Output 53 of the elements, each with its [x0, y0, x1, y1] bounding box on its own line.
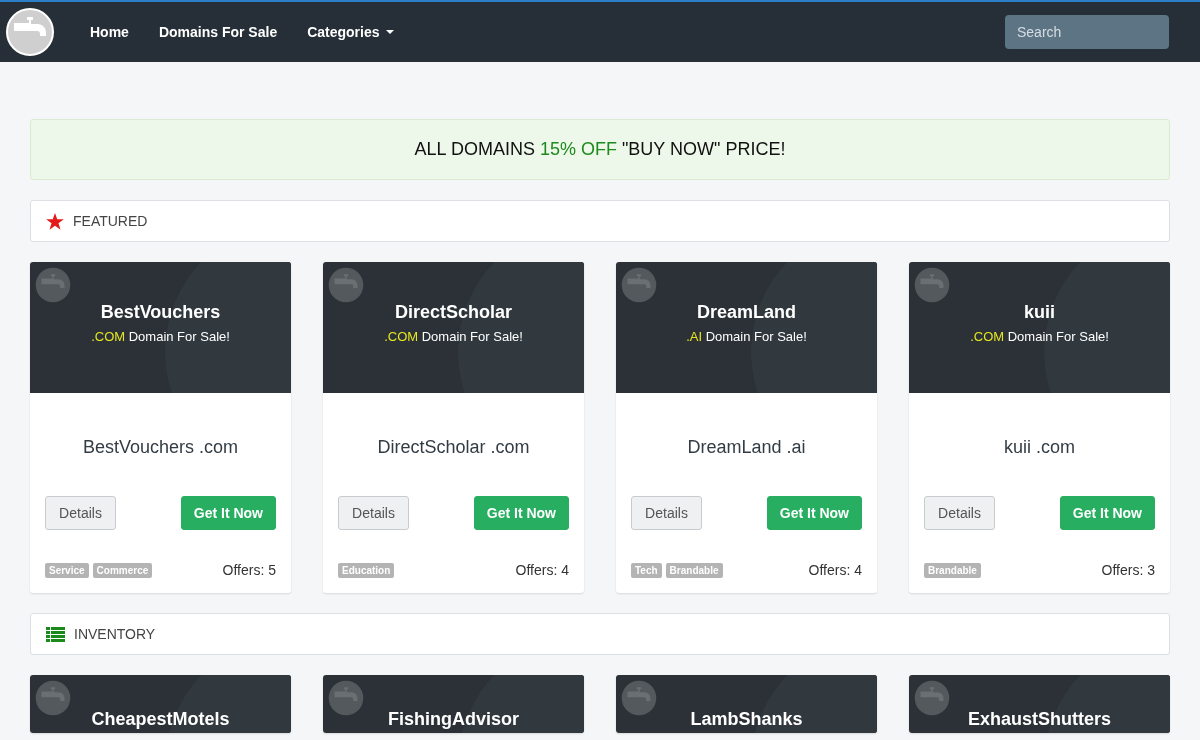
card-tagline: .COM Domain For Sale!: [970, 329, 1109, 344]
nav-link[interactable]: Domains For Sale: [158, 24, 278, 40]
details-button[interactable]: Details: [338, 496, 409, 530]
get-it-now-button[interactable]: Get It Now: [766, 496, 862, 530]
domain-name: kuii .com: [1003, 437, 1076, 458]
faucet-logo-icon: [914, 267, 950, 303]
details-button[interactable]: Details: [45, 496, 116, 530]
offers-count: Offers: 4: [515, 562, 569, 578]
card-title: FishingAdvisor: [388, 709, 519, 730]
faucet-logo-icon: [328, 267, 364, 303]
category-tag[interactable]: Brandable: [665, 562, 723, 578]
caret-icon: [385, 30, 394, 34]
faucet-logo-icon: [35, 267, 71, 303]
card-title: DirectScholar: [394, 302, 512, 323]
card-title: ExhaustShutters: [967, 709, 1111, 730]
category-tag[interactable]: Service: [45, 562, 89, 578]
card-title: kuii: [1024, 302, 1055, 323]
get-it-now-button[interactable]: Get It Now: [1059, 496, 1155, 530]
get-it-now-button[interactable]: Get It Now: [473, 496, 569, 530]
faucet-logo-icon: [5, 7, 55, 57]
star-icon: [46, 212, 64, 230]
card-tagline: .AI Domain For Sale!: [686, 329, 807, 344]
details-button[interactable]: Details: [924, 496, 995, 530]
offers-count: Offers: 4: [808, 562, 862, 578]
faucet-logo-icon: [914, 680, 950, 716]
get-it-now-button[interactable]: Get It Now: [180, 496, 276, 530]
category-tag[interactable]: Education: [338, 562, 395, 578]
faucet-logo-icon: [35, 680, 71, 716]
section-title: FEATURED: [73, 213, 148, 229]
promo-banner: ALL DOMAINS 15% OFF "BUY NOW" PRICE!: [30, 119, 1170, 180]
list-icon: [46, 626, 65, 642]
category-tag[interactable]: Commerce: [92, 562, 153, 578]
domain-name: DreamLand .ai: [686, 437, 807, 458]
faucet-logo-icon: [621, 267, 657, 303]
offers-count: Offers: 5: [222, 562, 276, 578]
faucet-logo-icon: [328, 680, 364, 716]
category-tag[interactable]: Brandable: [924, 562, 981, 578]
domain-name: BestVouchers .com: [81, 437, 240, 458]
category-tag[interactable]: Tech: [631, 562, 662, 578]
section-title: INVENTORY: [74, 626, 156, 642]
search-field[interactable]: Search: [1005, 15, 1169, 49]
offers-count: Offers: 3: [1101, 562, 1155, 578]
card-tagline: .COM Domain For Sale!: [91, 329, 230, 344]
card-title: CheapestMotels: [91, 709, 230, 730]
card-tagline: .COM Domain For Sale!: [384, 329, 523, 344]
nav-link[interactable]: Home: [90, 24, 129, 40]
card-title: BestVouchers: [100, 302, 221, 323]
nav-link[interactable]: Categories: [307, 24, 394, 40]
domain-name: DirectScholar .com: [376, 437, 531, 458]
card-title: DreamLand: [697, 302, 796, 323]
card-title: LambShanks: [690, 709, 803, 730]
details-button[interactable]: Details: [631, 496, 702, 530]
faucet-logo-icon: [621, 680, 657, 716]
